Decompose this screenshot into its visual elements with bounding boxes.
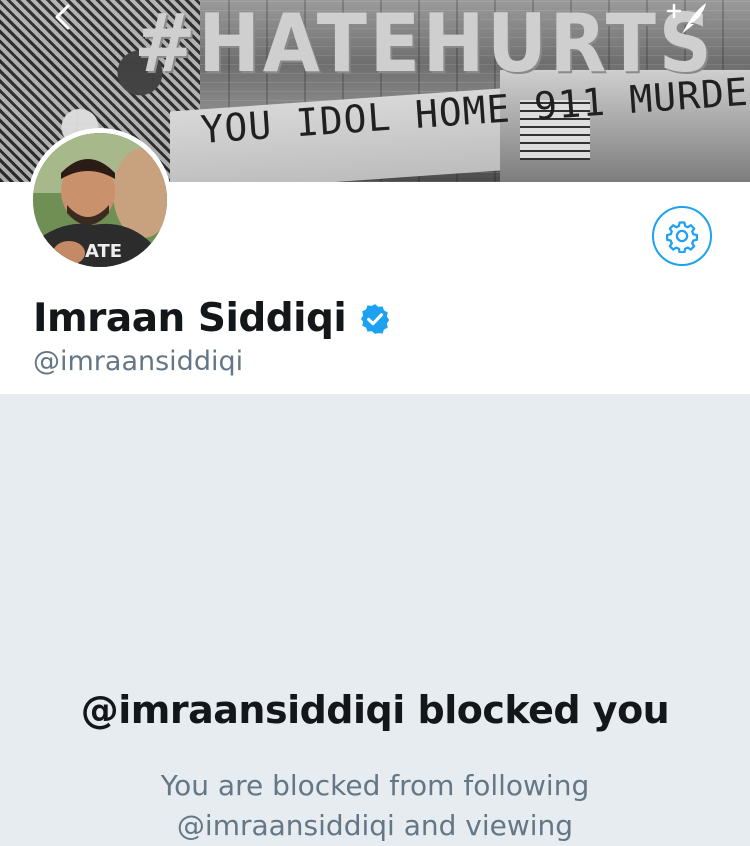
settings-button[interactable] — [652, 206, 712, 266]
blocked-title: @imraansiddiqi blocked you — [80, 688, 670, 732]
avatar-photo: ATE — [33, 133, 167, 267]
display-name: Imraan Siddiqi — [33, 296, 347, 341]
chevron-left-icon[interactable] — [48, 2, 78, 32]
compose-tweet-icon[interactable] — [664, 0, 710, 38]
avatar[interactable]: ATE — [28, 128, 172, 272]
gear-icon — [665, 221, 699, 253]
banner-hashtag: #HATEHURTS — [134, 0, 715, 90]
profile-handle: @imraansiddiqi — [33, 346, 244, 377]
verified-badge-icon — [361, 303, 390, 334]
display-name-row: Imraan Siddiqi — [33, 296, 392, 341]
blocked-notice: @imraansiddiqi blocked you You are block… — [0, 394, 750, 842]
svg-text:ATE: ATE — [85, 241, 122, 262]
blocked-body: You are blocked from following @imraansi… — [160, 769, 590, 842]
